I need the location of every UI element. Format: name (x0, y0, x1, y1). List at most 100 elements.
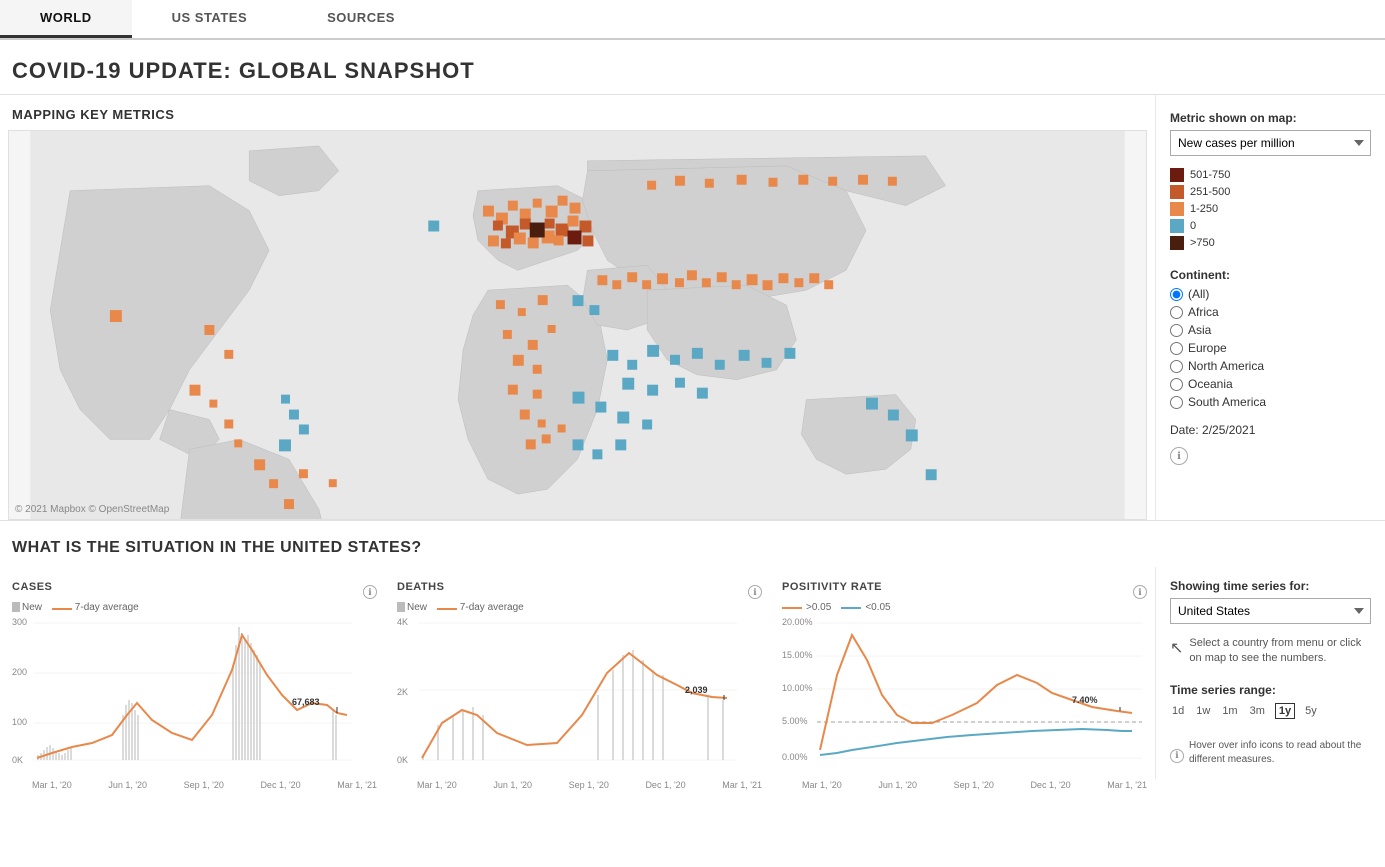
deaths-legend-line: 7-day average (437, 602, 524, 613)
map-info-icon[interactable]: ℹ (1170, 447, 1188, 465)
legend-color-0 (1170, 219, 1184, 233)
legend-label-0: 0 (1190, 220, 1196, 232)
continent-south-america[interactable]: South America (1170, 395, 1371, 409)
legend-item-501: 501-750 (1170, 168, 1371, 182)
legend-label-750: >750 (1190, 237, 1215, 249)
positivity-title: POSITIVITY RATE (782, 581, 882, 593)
positivity-x2: Sep 1, '20 (954, 780, 994, 790)
deaths-xaxis: Mar 1, '20 Jun 1, '20 Sep 1, '20 Dec 1, … (397, 778, 762, 790)
continent-europe-label: Europe (1188, 341, 1227, 355)
svg-text:2,039: 2,039 (685, 685, 708, 695)
continent-asia[interactable]: Asia (1170, 323, 1371, 337)
page-title: COVID-19 UPDATE: GLOBAL SNAPSHOT (0, 40, 1385, 95)
world-map[interactable]: © 2021 Mapbox © OpenStreetMap (8, 130, 1147, 520)
cases-x4: Mar 1, '21 (337, 780, 377, 790)
tab-bar: WORLD US STATES SOURCES (0, 0, 1385, 40)
charts-area: CASES ℹ New 7-day average 300 200 100 (0, 567, 1155, 779)
continent-asia-label: Asia (1188, 323, 1211, 337)
continent-oceania-label: Oceania (1188, 377, 1233, 391)
deaths-chart-area: 4K 2K 0K (397, 615, 762, 775)
map-controls: Metric shown on map: New cases per milli… (1155, 95, 1385, 520)
time-btn-5y[interactable]: 5y (1303, 704, 1319, 718)
metric-label: Metric shown on map: (1170, 111, 1371, 125)
positivity-low: <0.05 (841, 602, 890, 613)
legend-color-251 (1170, 185, 1184, 199)
continent-north-america-radio[interactable] (1170, 360, 1183, 373)
continent-asia-radio[interactable] (1170, 324, 1183, 337)
legend-color-501 (1170, 168, 1184, 182)
time-btn-3m[interactable]: 3m (1248, 704, 1267, 718)
continent-europe[interactable]: Europe (1170, 341, 1371, 355)
legend-color-1 (1170, 202, 1184, 216)
cases-svg: 300 200 100 0K (12, 615, 352, 775)
cases-chart-area: 300 200 100 0K (12, 615, 377, 775)
cases-legend: New 7-day average (12, 602, 377, 613)
legend-item-750: >750 (1170, 236, 1371, 250)
cases-chart-panel: CASES ℹ New 7-day average 300 200 100 (0, 567, 385, 779)
continent-north-america-label: North America (1188, 359, 1264, 373)
cases-xaxis: Mar 1, '20 Jun 1, '20 Sep 1, '20 Dec 1, … (12, 778, 377, 790)
continent-oceania[interactable]: Oceania (1170, 377, 1371, 391)
time-series-panel: Showing time series for: United States ↖… (1155, 567, 1385, 779)
legend-color-750 (1170, 236, 1184, 250)
legend-item-1: 1-250 (1170, 202, 1371, 216)
continent-all-label: (All) (1188, 287, 1209, 301)
svg-text:200: 200 (12, 667, 27, 677)
time-btn-1y[interactable]: 1y (1275, 703, 1295, 719)
cases-legend-line: 7-day average (52, 602, 139, 613)
deaths-info-icon[interactable]: ℹ (748, 585, 762, 599)
continent-label: Continent: (1170, 268, 1371, 282)
time-btn-1m[interactable]: 1m (1220, 704, 1239, 718)
cases-info-icon[interactable]: ℹ (363, 585, 377, 599)
charts-row: CASES ℹ New 7-day average 300 200 100 (0, 567, 1385, 779)
continent-oceania-radio[interactable] (1170, 378, 1183, 391)
tab-world[interactable]: WORLD (0, 0, 132, 38)
country-select[interactable]: United States (1170, 598, 1371, 624)
continent-europe-radio[interactable] (1170, 342, 1183, 355)
continent-africa-radio[interactable] (1170, 306, 1183, 319)
continent-all[interactable]: (All) (1170, 287, 1371, 301)
cases-legend-bar-icon: New (12, 602, 42, 613)
tab-sources[interactable]: SOURCES (287, 0, 435, 38)
positivity-legend: >0.05 <0.05 (782, 602, 1147, 613)
hover-hint-text: Hover over info icons to read about the … (1189, 739, 1371, 767)
cursor-icon: ↖ (1170, 638, 1183, 660)
svg-text:300: 300 (12, 617, 27, 627)
metric-select[interactable]: New cases per million (1170, 130, 1371, 156)
time-buttons: 1d 1w 1m 3m 1y 5y (1170, 703, 1371, 719)
situation-title: WHAT IS THE SITUATION IN THE UNITED STAT… (0, 525, 1385, 567)
continent-north-america[interactable]: North America (1170, 359, 1371, 373)
time-btn-1w[interactable]: 1w (1194, 704, 1212, 718)
hover-hint: ℹ Hover over info icons to read about th… (1170, 739, 1371, 767)
deaths-x2: Sep 1, '20 (569, 780, 609, 790)
map-left: MAPPING KEY METRICS (0, 95, 1155, 520)
positivity-x0: Mar 1, '20 (802, 780, 842, 790)
continent-all-radio[interactable] (1170, 288, 1183, 301)
positivity-chart-area: 20.00% 15.00% 10.00% 5.00% 0.00% (782, 615, 1147, 775)
deaths-legend-bar: New (397, 602, 427, 613)
hover-info-icon[interactable]: ℹ (1170, 749, 1184, 763)
cases-x1: Jun 1, '20 (108, 780, 147, 790)
svg-text:67,683: 67,683 (292, 697, 320, 707)
time-range-label: Time series range: (1170, 683, 1371, 697)
legend-item-251: 251-500 (1170, 185, 1371, 199)
continent-south-america-label: South America (1188, 395, 1266, 409)
positivity-svg: 20.00% 15.00% 10.00% 5.00% 0.00% (782, 615, 1142, 775)
continent-africa[interactable]: Africa (1170, 305, 1371, 319)
positivity-chart-panel: POSITIVITY RATE ℹ >0.05 <0.05 20.00% (770, 567, 1155, 779)
tab-us-states[interactable]: US STATES (132, 0, 288, 38)
time-btn-1d[interactable]: 1d (1170, 704, 1186, 718)
positivity-x4: Mar 1, '21 (1107, 780, 1147, 790)
deaths-x4: Mar 1, '21 (722, 780, 762, 790)
svg-text:2K: 2K (397, 687, 408, 697)
svg-text:10.00%: 10.00% (782, 683, 813, 693)
map-section: MAPPING KEY METRICS (0, 95, 1385, 520)
select-hint-text: Select a country from menu or click on m… (1189, 636, 1371, 667)
continent-africa-label: Africa (1188, 305, 1219, 319)
svg-text:5.00%: 5.00% (782, 716, 808, 726)
map-copyright: © 2021 Mapbox © OpenStreetMap (15, 504, 169, 515)
positivity-info-icon[interactable]: ℹ (1133, 585, 1147, 599)
continent-south-america-radio[interactable] (1170, 396, 1183, 409)
svg-text:4K: 4K (397, 617, 408, 627)
cases-x0: Mar 1, '20 (32, 780, 72, 790)
